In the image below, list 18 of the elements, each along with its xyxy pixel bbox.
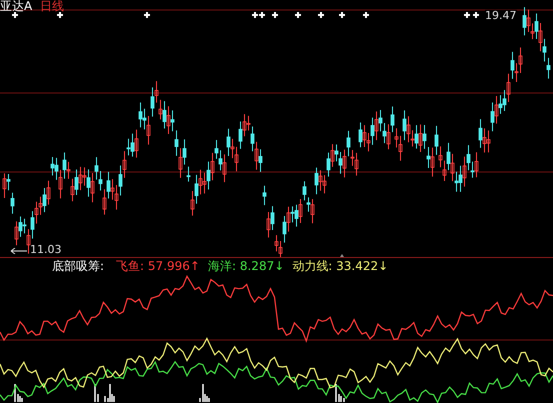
marker-icon: [294, 11, 302, 19]
indicator-value: 海洋: 8.287↓: [208, 260, 284, 272]
marker-icon: [317, 11, 325, 19]
marker-icon: [143, 11, 151, 19]
arrow-icon: [10, 248, 28, 254]
period-label: 日线: [40, 0, 64, 12]
indicator-name: 底部吸筹:: [52, 260, 104, 272]
high-price-label: 19.47: [485, 10, 516, 21]
marker-icon: [362, 11, 370, 19]
stock-name: 亚达A: [0, 0, 32, 12]
low-price-label: 11.03: [30, 244, 62, 255]
indicator-value: 飞鱼: 57.996↑: [116, 260, 200, 272]
triangle-icon: [338, 254, 346, 257]
marker-icon: [56, 11, 64, 19]
marker-icon: [338, 11, 346, 19]
indicator-value: 动力线: 33.422↓: [292, 260, 388, 272]
marker-icon: [11, 11, 19, 19]
marker-icon: [271, 11, 279, 19]
